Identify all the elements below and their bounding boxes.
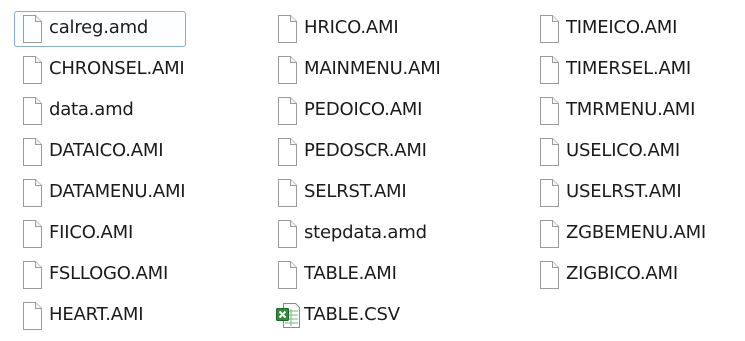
file-name-label: TIMERSEL.AMI	[566, 58, 692, 79]
blank-file-icon	[275, 219, 299, 249]
file-name-label: FSLLOGO.AMI	[49, 263, 169, 284]
file-list-view: calreg.amd CHRONSEL.AMI data.amd DATAICO…	[0, 0, 745, 341]
blank-file-icon	[537, 260, 561, 290]
file-name-label: SELRST.AMI	[304, 181, 407, 202]
file-name-label: ZGBEMENU.AMI	[566, 222, 707, 243]
file-name-label: TIMEICO.AMI	[566, 17, 678, 38]
file-name-label: DATAICO.AMI	[49, 140, 164, 161]
file-name-label: CHRONSEL.AMI	[49, 58, 185, 79]
file-name-label: USELICO.AMI	[566, 140, 680, 161]
file-name-label: TABLE.CSV	[304, 304, 400, 325]
blank-file-icon	[537, 137, 561, 167]
blank-file-icon	[537, 96, 561, 126]
file-name-label: PEDOSCR.AMI	[304, 140, 427, 161]
file-name-label: MAINMENU.AMI	[304, 58, 441, 79]
blank-file-icon	[20, 14, 44, 44]
blank-file-icon	[20, 137, 44, 167]
blank-file-icon	[275, 178, 299, 208]
blank-file-icon	[20, 301, 44, 331]
blank-file-icon	[537, 219, 561, 249]
blank-file-icon	[275, 14, 299, 44]
blank-file-icon	[20, 55, 44, 85]
blank-file-icon	[20, 178, 44, 208]
file-name-label: DATAMENU.AMI	[49, 181, 186, 202]
blank-file-icon	[537, 14, 561, 44]
blank-file-icon	[20, 96, 44, 126]
file-name-label: ZIGBICO.AMI	[566, 263, 678, 284]
blank-file-icon	[20, 219, 44, 249]
excel-csv-file-icon	[275, 301, 300, 331]
blank-file-icon	[275, 137, 299, 167]
file-name-label: stepdata.amd	[304, 222, 427, 243]
file-name-label: calreg.amd	[49, 17, 149, 38]
file-name-label: data.amd	[49, 99, 134, 120]
blank-file-icon	[537, 178, 561, 208]
file-name-label: TMRMENU.AMI	[566, 99, 696, 120]
blank-file-icon	[275, 260, 299, 290]
file-name-label: FIICO.AMI	[49, 222, 134, 243]
file-name-label: PEDOICO.AMI	[304, 99, 423, 120]
file-name-label: TABLE.AMI	[304, 263, 397, 284]
file-name-label: HEART.AMI	[49, 304, 144, 325]
file-name-label: HRICO.AMI	[304, 17, 399, 38]
blank-file-icon	[275, 96, 299, 126]
blank-file-icon	[20, 260, 44, 290]
blank-file-icon	[275, 55, 299, 85]
blank-file-icon	[537, 55, 561, 85]
file-name-label: USELRST.AMI	[566, 181, 682, 202]
